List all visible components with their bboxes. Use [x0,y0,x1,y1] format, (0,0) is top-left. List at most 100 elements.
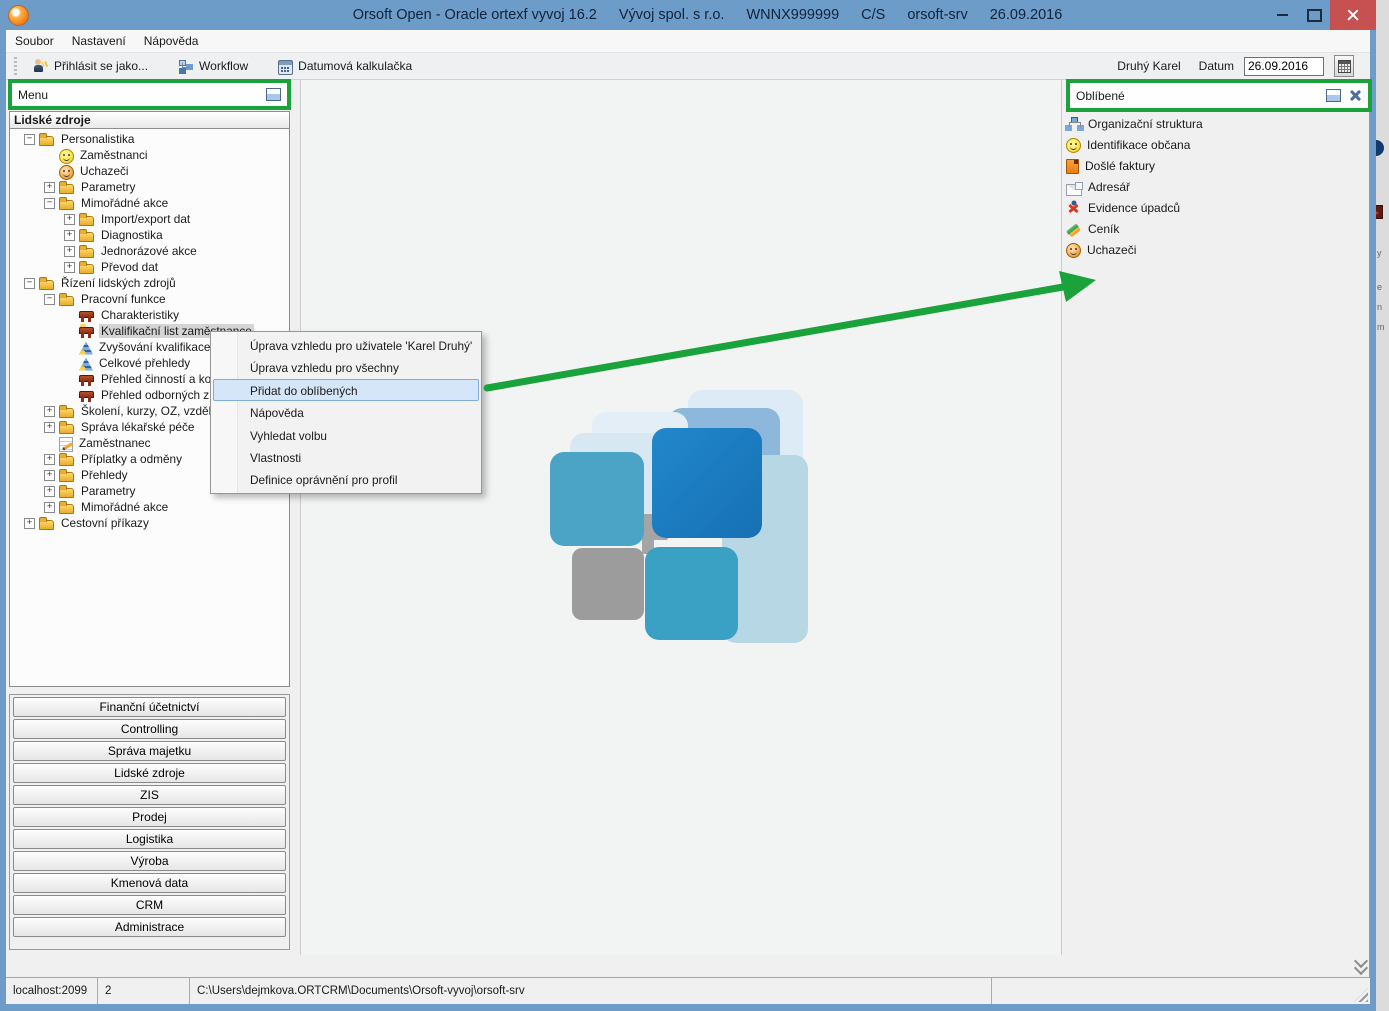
close-button[interactable] [1330,0,1376,30]
calendar-button[interactable] [1334,55,1354,77]
date-input[interactable] [1244,57,1324,76]
pyramid-icon [79,358,93,371]
tree-item[interactable]: Personalistika [10,131,289,147]
folder-icon [59,452,75,467]
context-menu-item-label: Vlastnosti [250,451,301,465]
tree-expander[interactable] [64,246,75,257]
favorites-item[interactable]: Evidence úpadců [1066,197,1366,218]
tree-item-label: Parametry [79,180,137,194]
tree-item[interactable]: Zaměstnanci [10,147,289,163]
workflow-icon [178,59,194,74]
tree-item[interactable]: Import/export dat [10,211,289,227]
status-session: 2 [98,978,190,1004]
tree-expander[interactable] [44,486,55,497]
pyramid-icon [79,342,93,355]
tree-item-label: Mimořádné akce [79,196,170,210]
module-button[interactable]: Controlling [13,719,286,739]
module-button[interactable]: Lidské zdroje [13,763,286,783]
tree-item[interactable]: Charakteristiky [10,307,289,323]
tree-expander[interactable] [44,470,55,481]
context-menu-item[interactable]: Úprava vzhledu pro všechny [213,356,479,378]
context-menu-item[interactable]: Vyhledat volbu [213,424,479,446]
tree-item[interactable]: Parametry [10,179,289,195]
module-button[interactable]: Finanční účetnictví [13,697,286,717]
module-button[interactable]: Správa majetku [13,741,286,761]
tree-item[interactable]: Diagnostika [10,227,289,243]
tree-item[interactable]: Mimořádné akce [10,195,289,211]
favorites-item[interactable]: Došlé faktury [1066,155,1366,176]
tree-expander[interactable] [44,182,55,193]
panel-minimize-icon[interactable] [266,88,281,101]
title-server: orsoft-srv [907,7,967,23]
minimize-button[interactable] [1266,0,1298,30]
tree-expander[interactable] [24,134,35,145]
maximize-button[interactable] [1298,0,1330,30]
tree-expander[interactable] [44,454,55,465]
tree-item-label: Import/export dat [99,212,192,226]
tree-item[interactable]: Pracovní funkce [10,291,289,307]
panel-minimize-icon[interactable] [1326,89,1341,102]
panel-close-icon[interactable] [1349,89,1362,102]
menubar-item[interactable]: Nápověda [135,31,208,51]
tree-item[interactable]: Mimořádné akce [10,499,289,515]
module-button[interactable]: CRM [13,895,286,915]
resize-grip[interactable] [1354,988,1368,1002]
toolbar-button[interactable]: Přihlásit se jako... [25,56,156,77]
context-menu-item[interactable]: Vlastnosti [213,446,479,468]
tree-expander[interactable] [64,230,75,241]
folder-icon [59,500,75,515]
context-menu-item[interactable]: Nápověda [213,401,479,423]
module-button[interactable]: Výroba [13,851,286,871]
tree-expander[interactable] [24,278,35,289]
tree-item[interactable]: Převod dat [10,259,289,275]
tree-item-label: Parametry [79,484,137,498]
tree-expander[interactable] [44,422,55,433]
favorites-item[interactable]: Ceník [1066,218,1366,239]
module-button[interactable]: Logistika [13,829,286,849]
module-button[interactable]: Administrace [13,917,286,937]
tree-item-label: Uchazeči [78,164,131,178]
favorites-item[interactable]: Uchazeči [1066,239,1366,260]
tree-item[interactable]: Cestovní příkazy [10,515,289,531]
tree-expander[interactable] [44,406,55,417]
smiley-orange-icon [1066,243,1081,258]
titlebar[interactable]: Orsoft Open - Oracle ortexf vyvoj 16.2 V… [0,0,1376,30]
tree-item[interactable]: Uchazeči [10,163,289,179]
tree-expander[interactable] [64,214,75,225]
collapse-panel-button[interactable] [1350,957,1372,975]
module-switcher: Finanční účetnictvíControllingSpráva maj… [9,694,290,950]
tree-expander[interactable] [64,262,75,273]
envelope-icon [1066,184,1082,196]
tree-item[interactable]: Řízení lidských zdrojů [10,275,289,291]
menubar-item[interactable]: Nastavení [63,31,135,51]
tree-expander[interactable] [24,518,35,529]
favorites-item[interactable]: Identifikace občana [1066,134,1366,155]
toolbar-button[interactable]: Workflow [170,56,256,77]
module-button[interactable]: Kmenová data [13,873,286,893]
context-menu-item[interactable]: Úprava vzhledu pro uživatele 'Karel Druh… [213,334,479,356]
favorites-item[interactable]: Adresář [1066,176,1366,197]
module-button[interactable]: ZIS [13,785,286,805]
context-menu-item-label: Přidat do oblíbených [250,384,358,398]
tree-expander[interactable] [44,198,55,209]
module-button[interactable]: Prodej [13,807,286,827]
tree-item[interactable]: Jednorázové akce [10,243,289,259]
tree-expander[interactable] [44,294,55,305]
menubar: SouborNastaveníNápověda [6,30,1370,53]
folder-icon [79,212,95,227]
tree-item-label: Cestovní příkazy [59,516,151,530]
favorites-item[interactable]: Organizační struktura [1066,113,1366,134]
tree-item-label: Přehledy [79,468,130,482]
folder-icon [39,132,55,147]
tree-expander[interactable] [44,502,55,513]
toolbar-button-label: Datumová kalkulačka [298,59,412,73]
desk-icon [79,388,95,403]
tree-item-label: Charakteristiky [99,308,181,322]
toolbar-button[interactable]: Datumová kalkulačka [270,56,420,77]
bankrupt-icon [1066,200,1082,215]
menubar-item[interactable]: Soubor [6,31,63,51]
context-menu-item-label: Definice oprávnění pro profil [250,473,398,487]
login-user-icon [33,59,49,74]
context-menu-item[interactable]: Přidat do oblíbených [213,379,479,401]
context-menu-item[interactable]: Definice oprávnění pro profil [213,468,479,490]
